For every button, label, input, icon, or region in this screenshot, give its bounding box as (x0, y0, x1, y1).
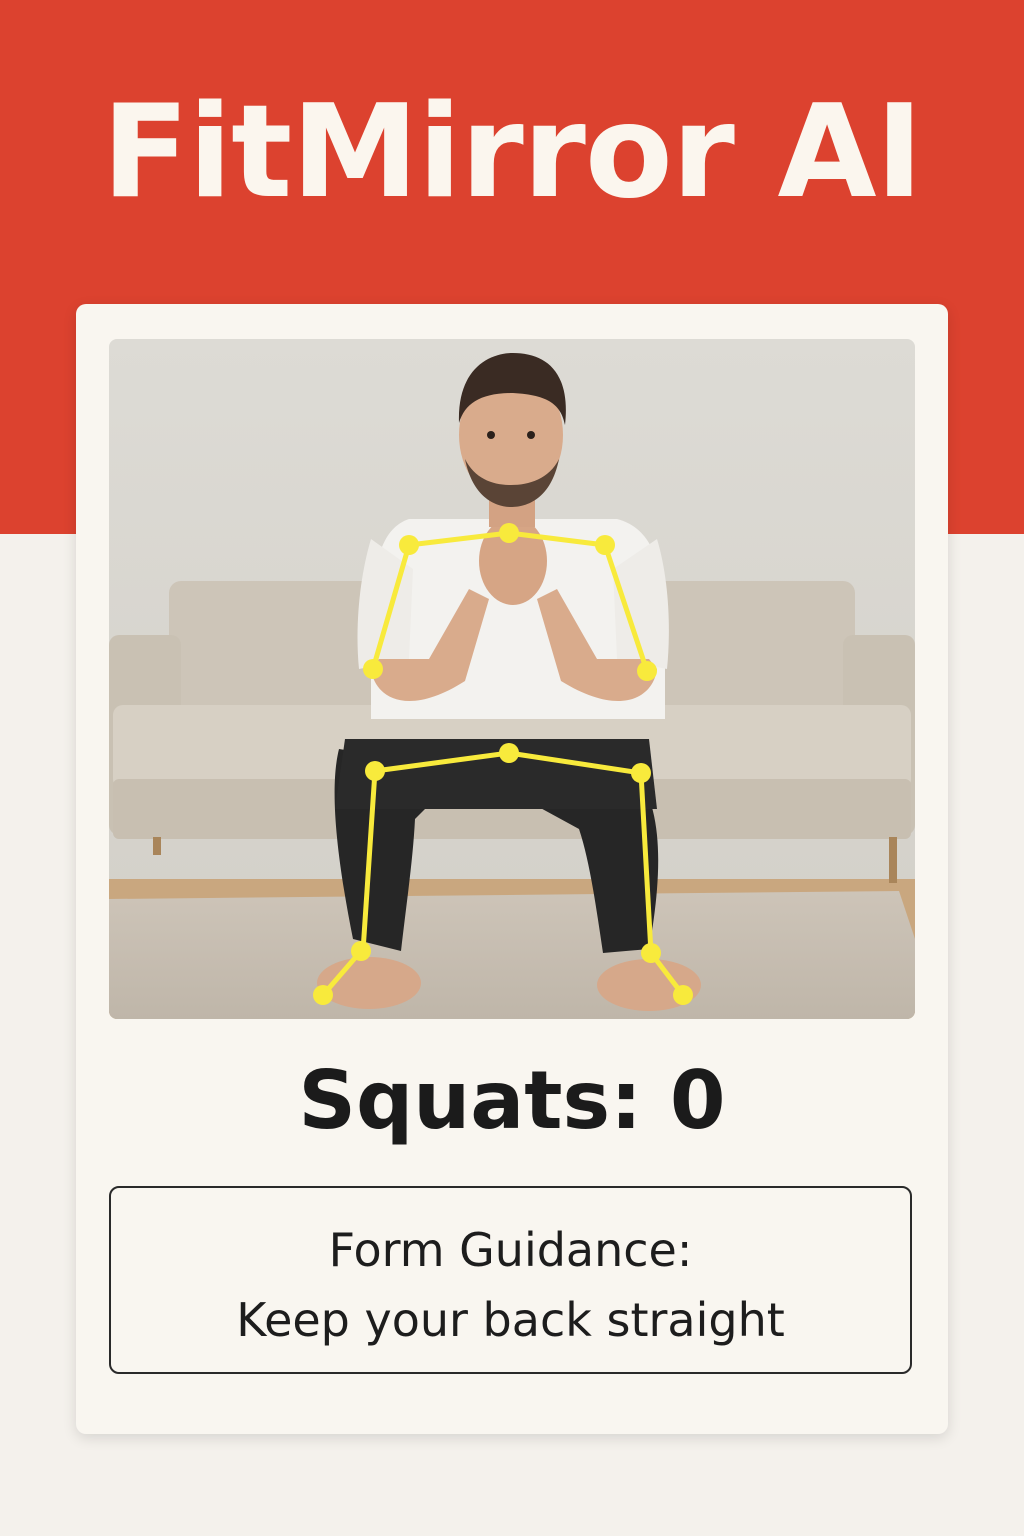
keypoint (641, 943, 661, 963)
form-guidance-tip: Keep your back straight (236, 1293, 785, 1347)
keypoint (365, 761, 385, 781)
keypoint (499, 523, 519, 543)
workout-card: Squats: 0 Form Guidance: Keep your back … (76, 304, 948, 1434)
rug (109, 891, 915, 1019)
keypoint (363, 659, 383, 679)
keypoint (595, 535, 615, 555)
app-title: FitMirror AI (101, 78, 923, 227)
squat-rep-counter: Squats: 0 (298, 1054, 726, 1147)
keypoint (499, 743, 519, 763)
keypoint (631, 763, 651, 783)
form-guidance-heading: Form Guidance: (328, 1223, 693, 1277)
keypoint (313, 985, 333, 1005)
keypoint (637, 661, 657, 681)
camera-feed-image (109, 339, 915, 1019)
keypoint (351, 941, 371, 961)
camera-feed (109, 339, 915, 1019)
keypoint (399, 535, 419, 555)
form-guidance-panel: Form Guidance: Keep your back straight (109, 1186, 912, 1374)
keypoint (673, 985, 693, 1005)
